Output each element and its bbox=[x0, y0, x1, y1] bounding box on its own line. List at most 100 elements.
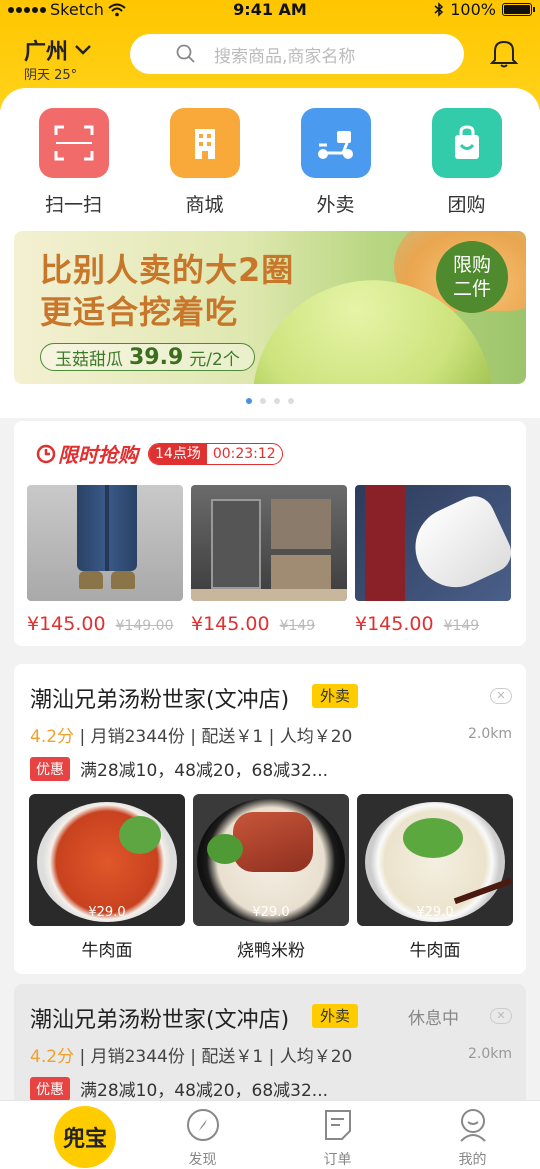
category-takeout[interactable]: 外卖 bbox=[281, 108, 391, 217]
banner-price-pill: 玉菇甜瓜 39.9 元/2个 bbox=[40, 343, 255, 371]
flash-sale-title: 限时抢购 bbox=[58, 443, 138, 467]
dish-image-rice-noodles: ¥29.0 bbox=[357, 794, 513, 926]
promo-badge: 优惠 bbox=[30, 756, 70, 781]
banner-headline: 比别人卖的大2圈 bbox=[40, 251, 295, 289]
status-bar: Sketch 9:41 AM 100% bbox=[0, 0, 540, 20]
dish-item[interactable]: ¥29.0 烧鸭米粉 bbox=[193, 794, 349, 961]
tab-discover[interactable]: 发现 bbox=[135, 1101, 270, 1169]
dish-image-beef-noodles: ¥29.0 bbox=[29, 794, 185, 926]
shop-tag: 外卖 bbox=[312, 1004, 359, 1028]
dish-price: ¥29.0 bbox=[252, 905, 290, 920]
scooter-icon bbox=[300, 108, 371, 178]
product-price: ¥145.00 bbox=[191, 613, 270, 635]
countdown: 00:23:12 bbox=[212, 445, 276, 462]
flash-sale-card: 限时抢购 14点场 00:23:12 ¥145.00 ¥149.00 ¥145.… bbox=[14, 421, 526, 646]
category-scan[interactable]: 扫一扫 bbox=[19, 108, 129, 217]
promo-banner[interactable]: 比别人卖的大2圈 更适合挖着吃 玉菇甜瓜 39.9 元/2个 限购 二件 bbox=[14, 231, 526, 384]
dish-name: 烧鸭米粉 bbox=[237, 941, 305, 961]
promo-text: 满28减10，48减20，68减32... bbox=[80, 1081, 329, 1101]
flash-product[interactable]: ¥145.00 ¥149.00 bbox=[27, 485, 183, 635]
shop-promo: 优惠 满28减10，48减20，68减32... bbox=[30, 1076, 328, 1101]
battery-percent: 100% bbox=[450, 0, 496, 19]
clock-icon bbox=[36, 444, 56, 463]
product-price: ¥145.00 bbox=[355, 613, 434, 635]
home-label: 兜宝 bbox=[62, 1127, 107, 1152]
bell-icon[interactable] bbox=[490, 38, 518, 68]
home-top-section: 扫一扫 商城 外卖 团购 比别人卖的大2圈 更适合挖着吃 玉菇甜瓜 39.9 元… bbox=[0, 88, 540, 418]
shop-card-closed[interactable]: 潮汕兄弟汤粉世家(文冲店) 外卖 休息中 ✕ 4.2分 | 月销2344份 | … bbox=[14, 984, 526, 1114]
category-mall[interactable]: 商城 bbox=[150, 108, 260, 217]
city-selector[interactable]: 广州 bbox=[24, 34, 92, 66]
tab-orders[interactable]: 订单 bbox=[270, 1101, 405, 1169]
product-old-price: ¥149 bbox=[279, 618, 316, 634]
product-image-sneakers bbox=[355, 485, 511, 601]
search-bar[interactable]: 搜索商品,商家名称 bbox=[130, 34, 464, 74]
shop-score: 4.2分 bbox=[30, 1047, 75, 1067]
shop-status: 休息中 bbox=[408, 1009, 459, 1029]
promo-badge: 优惠 bbox=[30, 1076, 70, 1101]
order-icon bbox=[324, 1110, 351, 1140]
shop-name: 潮汕兄弟汤粉世家(文冲店) bbox=[30, 688, 290, 713]
category-row: 扫一扫 商城 外卖 团购 bbox=[0, 108, 540, 217]
scan-icon bbox=[38, 108, 109, 178]
close-icon[interactable]: ✕ bbox=[490, 1008, 512, 1024]
session-label: 14点场 bbox=[149, 443, 207, 464]
dish-item[interactable]: ¥29.0 牛肉面 bbox=[29, 794, 185, 961]
bluetooth-icon bbox=[434, 2, 444, 17]
dish-item[interactable]: ¥29.0 牛肉面 bbox=[357, 794, 513, 961]
category-group-buy[interactable]: 团购 bbox=[412, 108, 522, 217]
pager-dot[interactable] bbox=[260, 398, 266, 404]
shop-score: 4.2分 bbox=[30, 727, 75, 747]
shop-sales: | 月销2344份 | 配送￥1 | 人均￥20 bbox=[79, 727, 353, 747]
banner-pager bbox=[0, 398, 540, 404]
flash-sale-timer: 14点场 00:23:12 bbox=[148, 442, 283, 465]
shopping-bag-icon bbox=[431, 108, 502, 178]
dish-name: 牛肉面 bbox=[409, 941, 461, 961]
category-label: 团购 bbox=[447, 194, 486, 216]
flash-sale-header: 限时抢购 14点场 00:23:12 bbox=[36, 439, 283, 468]
search-placeholder: 搜索商品,商家名称 bbox=[214, 46, 356, 67]
dish-price: ¥29.0 bbox=[416, 905, 454, 920]
weather-label: 阴天 25° bbox=[24, 68, 78, 83]
shop-name: 潮汕兄弟汤粉世家(文冲店) bbox=[30, 1008, 290, 1033]
battery-icon bbox=[502, 3, 535, 16]
shop-sales: | 月销2344份 | 配送￥1 | 人均￥20 bbox=[79, 1047, 353, 1067]
shop-meta: 4.2分 | 月销2344份 | 配送￥1 | 人均￥20 bbox=[30, 722, 352, 747]
flash-sale-products: ¥145.00 ¥149.00 ¥145.00 ¥149 ¥145.00 ¥14… bbox=[27, 485, 511, 635]
city-label: 广州 bbox=[24, 40, 69, 65]
badge-line: 限购 bbox=[452, 254, 491, 276]
product-old-price: ¥149.00 bbox=[115, 618, 174, 634]
product-price: ¥145.00 bbox=[27, 613, 106, 635]
product-image-wardrobe bbox=[191, 485, 347, 601]
shop-tag: 外卖 bbox=[312, 684, 359, 708]
shop-distance: 2.0km bbox=[467, 1046, 512, 1062]
compass-icon bbox=[186, 1109, 219, 1141]
banner-subheadline: 更适合挖着吃 bbox=[40, 293, 239, 331]
pager-dot[interactable] bbox=[288, 398, 294, 404]
category-label: 外卖 bbox=[316, 194, 355, 216]
pager-dot[interactable] bbox=[274, 398, 280, 404]
banner-limit-badge: 限购 二件 bbox=[436, 241, 508, 313]
chevron-down-icon bbox=[75, 45, 91, 55]
home-button[interactable]: 兜宝 bbox=[54, 1106, 116, 1168]
shop-promo: 优惠 满28减10，48减20，68减32... bbox=[30, 756, 328, 781]
dish-name: 牛肉面 bbox=[81, 941, 133, 961]
shop-distance: 2.0km bbox=[467, 726, 512, 742]
banner-price: 39.9 bbox=[129, 344, 184, 370]
pager-dot[interactable] bbox=[246, 398, 252, 404]
shop-card[interactable]: 潮汕兄弟汤粉世家(文冲店) 外卖 ✕ 4.2分 | 月销2344份 | 配送￥1… bbox=[14, 664, 526, 974]
tab-profile[interactable]: 我的 bbox=[405, 1101, 540, 1169]
shop-meta: 4.2分 | 月销2344份 | 配送￥1 | 人均￥20 bbox=[30, 1042, 352, 1067]
flash-product[interactable]: ¥145.00 ¥149 bbox=[355, 485, 511, 635]
tab-label: 我的 bbox=[458, 1152, 487, 1168]
shop-dishes: ¥29.0 牛肉面 ¥29.0 烧鸭米粉 ¥29.0 牛肉面 bbox=[29, 794, 513, 961]
product-old-price: ¥149 bbox=[443, 618, 480, 634]
dish-image-roast-duck-noodles: ¥29.0 bbox=[193, 794, 349, 926]
badge-line: 二件 bbox=[452, 278, 491, 300]
product-image-jeans bbox=[27, 485, 183, 601]
flash-product[interactable]: ¥145.00 ¥149 bbox=[191, 485, 347, 635]
category-label: 商城 bbox=[185, 194, 224, 216]
close-icon[interactable]: ✕ bbox=[490, 688, 512, 704]
category-label: 扫一扫 bbox=[44, 194, 102, 216]
dish-price: ¥29.0 bbox=[88, 905, 126, 920]
